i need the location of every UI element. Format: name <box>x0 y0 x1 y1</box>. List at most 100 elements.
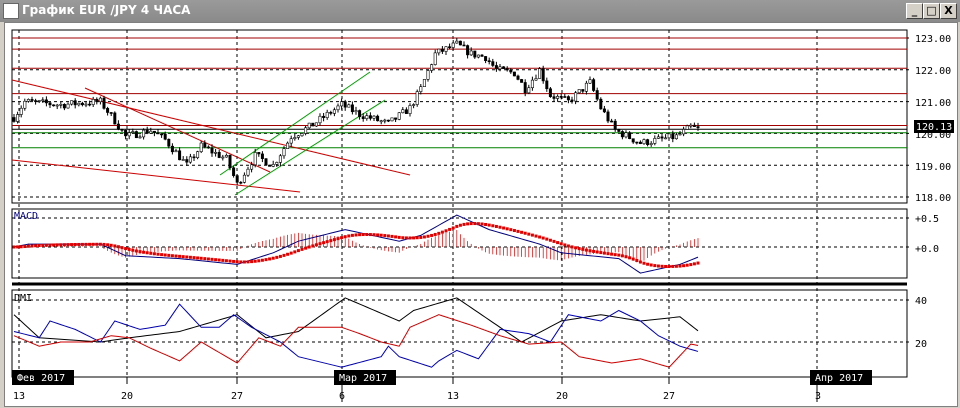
plus-di-line <box>13 303 699 368</box>
macd-signal-point <box>649 263 653 267</box>
macd-signal-point <box>174 254 178 258</box>
dmi-panel <box>11 289 908 378</box>
macd-signal-point <box>178 254 182 258</box>
candle-body <box>671 133 675 140</box>
day-label: 20 <box>556 391 568 402</box>
macd-signal-point <box>235 260 239 264</box>
candle-body <box>314 122 318 127</box>
macd-signal-point <box>156 252 160 256</box>
macd-signal-point <box>379 233 383 237</box>
macd-signal-point <box>286 252 290 256</box>
candle-body <box>394 117 398 120</box>
candle-body <box>440 48 444 52</box>
candle-body <box>102 97 106 109</box>
macd-signal-point <box>329 239 333 243</box>
candle-body <box>134 131 138 139</box>
macd-signal-point <box>62 243 66 247</box>
macd-signal-point <box>116 245 120 249</box>
macd-signal-point <box>264 258 268 262</box>
macd-signal-point <box>84 242 88 246</box>
candle-body <box>368 115 372 119</box>
macd-signal-point <box>512 229 516 233</box>
day-label: 13 <box>13 391 25 402</box>
candle-body <box>502 66 506 69</box>
candle-body <box>505 68 509 71</box>
chart-area[interactable]: 123.00 122.00 121.00 120.00 119.00 118.0… <box>0 0 960 408</box>
macd-signal-point <box>199 256 203 260</box>
candle-body <box>584 82 588 92</box>
candle-body <box>372 115 376 119</box>
candle-body <box>278 155 282 163</box>
macd-signal-point <box>563 243 567 247</box>
macd-signal-point <box>368 233 372 237</box>
candle-body <box>300 133 304 137</box>
candle-body <box>12 117 16 122</box>
candle-body <box>635 141 639 144</box>
macd-signal-point <box>149 251 153 255</box>
macd-signal-point <box>491 224 495 228</box>
macd-signal-point <box>448 227 452 231</box>
macd-signal-point <box>16 245 20 249</box>
macd-signal-point <box>152 252 156 256</box>
candle-body <box>48 102 52 106</box>
candle-body <box>347 104 351 108</box>
candle-body <box>678 133 682 136</box>
candle-body <box>80 102 84 106</box>
candle-body <box>379 120 383 123</box>
candle-body <box>145 129 149 134</box>
macd-signal-point <box>386 234 390 238</box>
macd-signal-point <box>397 235 401 239</box>
candle-body <box>268 164 272 167</box>
price-tick: 118.00 <box>915 193 951 204</box>
candle-body <box>512 71 516 77</box>
candle-body <box>235 175 239 183</box>
candle-body <box>376 115 380 122</box>
month-label: Апр 2017 <box>815 373 863 384</box>
macd-signal-point <box>77 242 81 246</box>
trend-line <box>11 79 411 176</box>
candle-body <box>332 109 336 114</box>
macd-signal-point <box>98 242 102 246</box>
macd-signal-point <box>260 258 264 262</box>
candle-body <box>523 82 527 94</box>
macd-signal-point <box>314 243 318 247</box>
candle-body <box>412 104 416 106</box>
macd-signal-point <box>160 253 164 257</box>
candle-body <box>106 108 110 113</box>
candle-body <box>602 108 606 113</box>
candle-body <box>73 100 77 106</box>
macd-signal-point <box>430 233 434 237</box>
macd-signal-point <box>613 253 617 257</box>
candle-body <box>91 98 95 105</box>
candle-body <box>617 129 621 132</box>
candle-body <box>30 99 34 101</box>
macd-signal-point <box>304 246 308 250</box>
candle-body <box>354 110 358 113</box>
macd-signal-point <box>653 264 657 268</box>
candle-body <box>149 130 153 134</box>
candle-body <box>66 103 70 109</box>
macd-signal-point <box>26 244 30 248</box>
macd-signal-point <box>127 247 131 251</box>
candle-body <box>242 174 246 183</box>
macd-signal-point <box>642 261 646 265</box>
macd-signal-point <box>242 260 246 264</box>
macd-signal-point <box>422 235 426 239</box>
macd-signal-point <box>282 253 286 257</box>
macd-signal-point <box>91 242 95 246</box>
candle-body <box>307 122 311 129</box>
candle-body <box>469 50 473 56</box>
macd-signal-point <box>343 235 347 239</box>
macd-signal-point <box>246 260 250 264</box>
macd-signal-point <box>602 251 606 255</box>
macd-signal-point <box>541 236 545 240</box>
macd-tick: +0.5 <box>915 214 939 225</box>
candle-body <box>52 104 56 107</box>
macd-signal-point <box>134 249 138 253</box>
candle-body <box>95 98 99 103</box>
candle-body <box>170 145 174 153</box>
macd-signal-point <box>631 257 635 261</box>
candle-body <box>628 132 632 140</box>
macd-signal-point <box>505 227 509 231</box>
candle-body <box>404 109 408 114</box>
